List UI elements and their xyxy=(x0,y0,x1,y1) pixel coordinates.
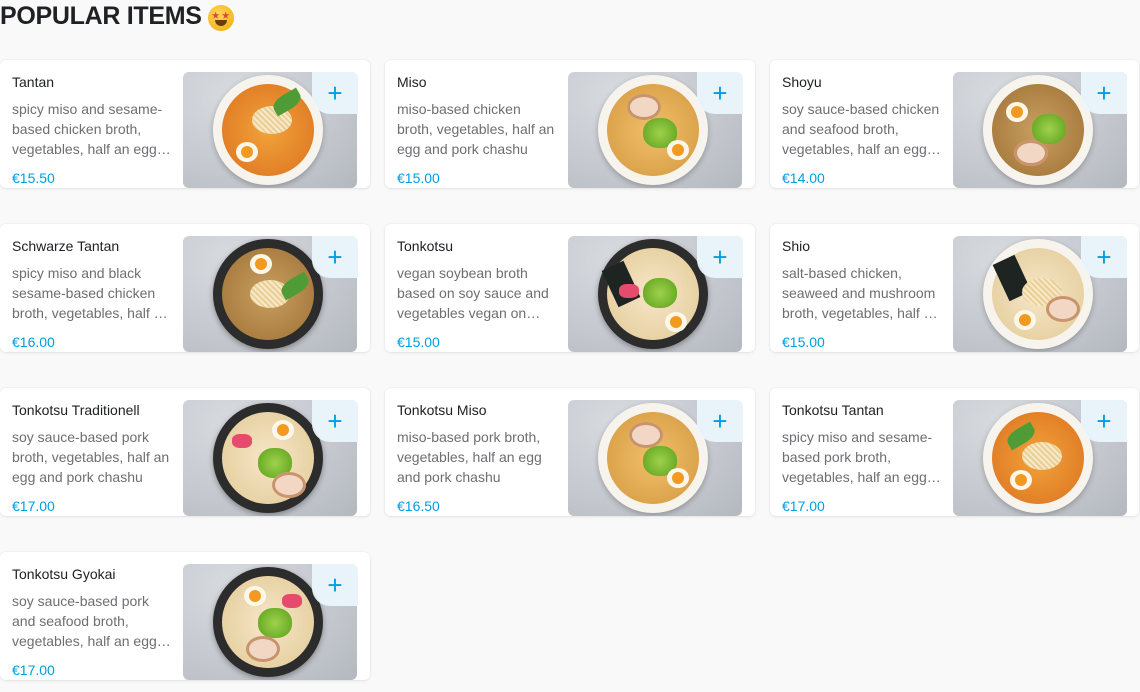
item-price: €15.00 xyxy=(397,170,440,186)
item-description: vegan soybean broth based on soy sauce a… xyxy=(397,265,549,321)
add-to-cart-button[interactable]: + xyxy=(697,236,743,278)
item-name: Tonkotsu Miso xyxy=(397,402,487,418)
item-price: €15.00 xyxy=(782,334,825,350)
menu-item-card[interactable]: Tonkotsu Gyokai soy sauce-based pork and… xyxy=(0,552,370,680)
plus-icon: + xyxy=(712,78,728,108)
item-price: €17.00 xyxy=(782,498,825,514)
item-name: Tonkotsu Traditionell xyxy=(12,402,140,418)
item-description: soy sauce-based chicken and seafood brot… xyxy=(782,101,940,157)
item-name: Tonkotsu Tantan xyxy=(782,402,884,418)
item-price: €17.00 xyxy=(12,662,55,678)
item-description: miso-based chicken broth, vegetables, ha… xyxy=(397,101,555,157)
menu-item-card[interactable]: Tonkotsu Traditionell soy sauce-based po… xyxy=(0,388,370,516)
item-name: Tantan xyxy=(12,74,55,90)
star-struck-emoji-icon xyxy=(207,4,234,31)
add-to-cart-button[interactable]: + xyxy=(697,72,743,114)
plus-icon: + xyxy=(327,242,343,272)
menu-item-card[interactable]: Tonkotsu Miso miso-based pork broth, veg… xyxy=(385,388,755,516)
add-to-cart-button[interactable]: + xyxy=(312,72,358,114)
item-description: spicy miso and black sesame-based chicke… xyxy=(12,265,170,321)
add-to-cart-button[interactable]: + xyxy=(1081,236,1127,278)
item-name: Miso xyxy=(397,74,427,90)
item-price: €15.50 xyxy=(12,170,55,186)
add-to-cart-button[interactable]: + xyxy=(697,400,743,442)
item-price: €15.00 xyxy=(397,334,440,350)
item-description: salt-based chicken, seaweed and mushroom… xyxy=(782,265,940,321)
plus-icon: + xyxy=(327,406,343,436)
item-name: Shoyu xyxy=(782,74,822,90)
menu-item-card[interactable]: Tantan spicy miso and sesame-based chick… xyxy=(0,60,370,188)
plus-icon: + xyxy=(1096,242,1112,272)
item-description: spicy miso and sesame-based pork broth, … xyxy=(782,429,933,485)
add-to-cart-button[interactable]: + xyxy=(312,400,358,442)
add-to-cart-button[interactable]: + xyxy=(312,236,358,278)
item-name: Tonkotsu xyxy=(397,238,454,254)
item-name: Tonkotsu Gyokai xyxy=(12,566,116,582)
item-description: soy sauce-based pork broth, vegetables, … xyxy=(12,429,170,485)
item-description: spicy miso and sesame-based chicken brot… xyxy=(12,101,163,157)
menu-item-card[interactable]: Schwarze Tantan spicy miso and black ses… xyxy=(0,224,370,352)
menu-item-card[interactable]: Shoyu soy sauce-based chicken and seafoo… xyxy=(770,60,1139,188)
item-name: Shio xyxy=(782,238,811,254)
plus-icon: + xyxy=(327,78,343,108)
section-title: POPULAR ITEMS xyxy=(0,2,234,31)
plus-icon: + xyxy=(1096,78,1112,108)
item-price: €14.00 xyxy=(782,170,825,186)
menu-item-card[interactable]: Shio salt-based chicken, seaweed and mus… xyxy=(770,224,1139,352)
section-title-text: POPULAR ITEMS xyxy=(0,2,202,30)
menu-items-grid: Tantan spicy miso and sesame-based chick… xyxy=(0,60,1139,680)
menu-item-card[interactable]: Miso miso-based chicken broth, vegetable… xyxy=(385,60,755,188)
add-to-cart-button[interactable]: + xyxy=(1081,72,1127,114)
plus-icon: + xyxy=(1096,406,1112,436)
menu-item-card[interactable]: Tonkotsu vegan soybean broth based on so… xyxy=(385,224,755,352)
plus-icon: + xyxy=(712,406,728,436)
add-to-cart-button[interactable]: + xyxy=(312,564,358,606)
add-to-cart-button[interactable]: + xyxy=(1081,400,1127,442)
plus-icon: + xyxy=(712,242,728,272)
item-description: soy sauce-based pork and seafood broth, … xyxy=(12,593,157,649)
item-name: Schwarze Tantan xyxy=(12,238,120,254)
plus-icon: + xyxy=(327,570,343,600)
item-price: €16.00 xyxy=(12,334,55,350)
item-price: €17.00 xyxy=(12,498,55,514)
menu-item-card[interactable]: Tonkotsu Tantan spicy miso and sesame-ba… xyxy=(770,388,1139,516)
item-price: €16.50 xyxy=(397,498,440,514)
item-description: miso-based pork broth, vegetables, half … xyxy=(397,429,542,485)
